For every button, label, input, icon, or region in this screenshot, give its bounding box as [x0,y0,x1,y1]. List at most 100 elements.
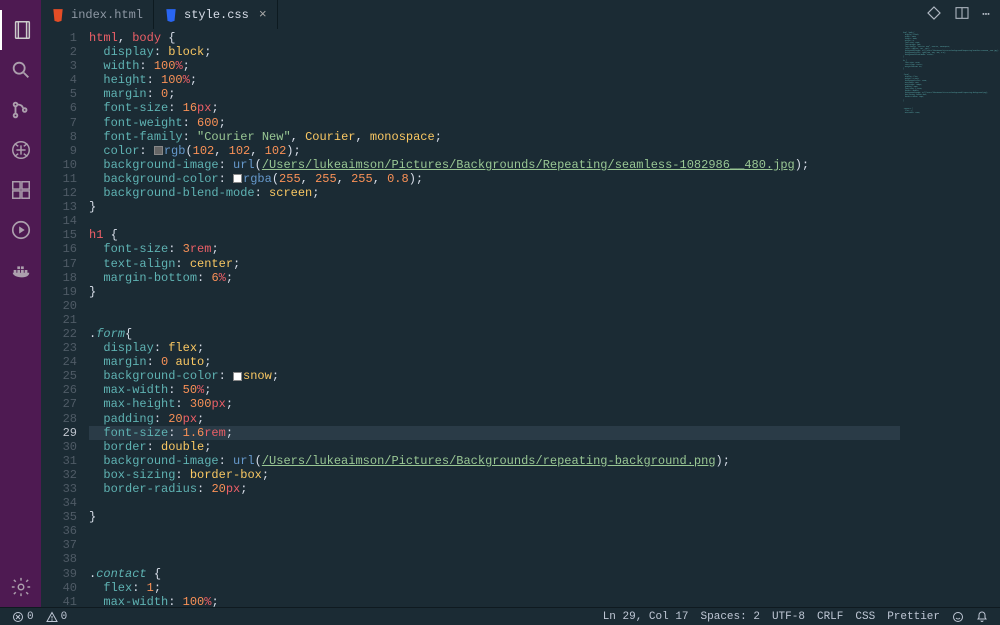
status-encoding[interactable]: UTF-8 [766,611,811,623]
line-number: 19 [41,285,77,299]
line-number: 18 [41,271,77,285]
css-file-icon [164,8,178,22]
line-number: 8 [41,130,77,144]
code-line[interactable]: background-color: rgba(255, 255, 255, 0.… [89,172,900,186]
explorer-icon[interactable] [0,10,41,50]
code-line[interactable] [89,496,900,510]
split-editor-icon[interactable] [954,5,970,25]
line-number: 24 [41,355,77,369]
code-editor[interactable]: html, body { display: block; width: 100%… [89,29,900,607]
more-actions-icon[interactable]: ⋯ [982,7,990,22]
line-number: 22 [41,327,77,341]
line-number: 25 [41,369,77,383]
code-line[interactable]: margin-bottom: 6%; [89,271,900,285]
code-line[interactable] [89,313,900,327]
code-line[interactable] [89,524,900,538]
debug-icon[interactable] [0,130,41,170]
code-line[interactable]: margin: 0; [89,87,900,101]
tab-label: index.html [71,8,143,22]
line-number: 29 [41,426,77,440]
code-line[interactable]: font-size: 3rem; [89,242,900,256]
tab-label: style.css [184,8,249,22]
status-indentation[interactable]: Spaces: 2 [695,611,766,623]
code-line[interactable]: h1 { [89,228,900,242]
code-line[interactable]: } [89,285,900,299]
line-number: 28 [41,412,77,426]
status-language[interactable]: CSS [849,611,881,623]
code-line[interactable]: border: double; [89,440,900,454]
code-line[interactable]: height: 100%; [89,73,900,87]
status-bar: 0 0 Ln 29, Col 17 Spaces: 2 UTF-8 CRLF C… [0,607,1000,625]
code-line[interactable]: font-family: "Courier New", Courier, mon… [89,130,900,144]
docker-icon[interactable] [0,250,41,290]
code-line[interactable]: html, body { [89,31,900,45]
line-number: 2 [41,45,77,59]
code-line[interactable]: flex: 1; [89,581,900,595]
status-eol[interactable]: CRLF [811,611,849,623]
code-line[interactable]: } [89,200,900,214]
code-line[interactable] [89,214,900,228]
status-prettier[interactable]: Prettier [881,611,946,623]
remote-icon[interactable] [0,210,41,250]
code-line[interactable]: width: 100%; [89,59,900,73]
status-cursor-position[interactable]: Ln 29, Col 17 [597,611,695,623]
code-line[interactable]: color: rgb(102, 102, 102); [89,144,900,158]
line-number: 39 [41,567,77,581]
line-number: 14 [41,214,77,228]
minimap[interactable]: html, body { display: block; width: 100%… [900,29,1000,607]
line-number: 10 [41,158,77,172]
line-number: 27 [41,397,77,411]
source-control-icon[interactable] [0,90,41,130]
code-line[interactable] [89,299,900,313]
code-line[interactable]: } [89,510,900,524]
code-line[interactable]: font-size: 1.6rem; [89,426,900,440]
editor-tab-bar: index.html style.css × ⋯ [41,0,1000,29]
code-line[interactable]: max-height: 300px; [89,397,900,411]
line-number: 3 [41,59,77,73]
line-number: 23 [41,341,77,355]
tab-style-css[interactable]: style.css × [154,0,278,29]
code-line[interactable]: font-size: 16px; [89,101,900,115]
code-line[interactable]: padding: 20px; [89,412,900,426]
line-number: 41 [41,595,77,607]
line-number: 26 [41,383,77,397]
code-line[interactable]: background-color: snow; [89,369,900,383]
code-line[interactable]: max-width: 100%; [89,595,900,607]
line-number: 31 [41,454,77,468]
settings-gear-icon[interactable] [0,567,41,607]
code-line[interactable]: background-image: url(/Users/lukeaimson/… [89,158,900,172]
line-number: 21 [41,313,77,327]
tab-close-icon[interactable]: × [255,7,267,22]
line-number: 16 [41,242,77,256]
code-line[interactable]: display: block; [89,45,900,59]
code-line[interactable]: max-width: 50%; [89,383,900,397]
code-line[interactable]: .form{ [89,327,900,341]
line-number: 5 [41,87,77,101]
status-warnings[interactable]: 0 [40,611,74,623]
code-line[interactable]: background-blend-mode: screen; [89,186,900,200]
line-number: 40 [41,581,77,595]
line-number: 37 [41,538,77,552]
status-errors[interactable]: 0 [6,611,40,623]
tab-index-html[interactable]: index.html [41,0,154,29]
code-line[interactable]: display: flex; [89,341,900,355]
line-number: 12 [41,186,77,200]
code-line[interactable] [89,552,900,566]
status-feedback-icon[interactable] [946,611,970,623]
line-number: 35 [41,510,77,524]
code-line[interactable] [89,538,900,552]
code-line[interactable]: box-sizing: border-box; [89,468,900,482]
code-line[interactable]: text-align: center; [89,257,900,271]
line-number: 13 [41,200,77,214]
activity-bar [0,0,41,607]
code-line[interactable]: font-weight: 600; [89,116,900,130]
status-notifications-icon[interactable] [970,611,994,623]
search-icon[interactable] [0,50,41,90]
code-line[interactable]: margin: 0 auto; [89,355,900,369]
code-line[interactable]: background-image: url(/Users/lukeaimson/… [89,454,900,468]
code-line[interactable]: border-radius: 20px; [89,482,900,496]
line-number: 20 [41,299,77,313]
compare-changes-icon[interactable] [926,5,942,25]
extensions-icon[interactable] [0,170,41,210]
code-line[interactable]: .contact { [89,567,900,581]
